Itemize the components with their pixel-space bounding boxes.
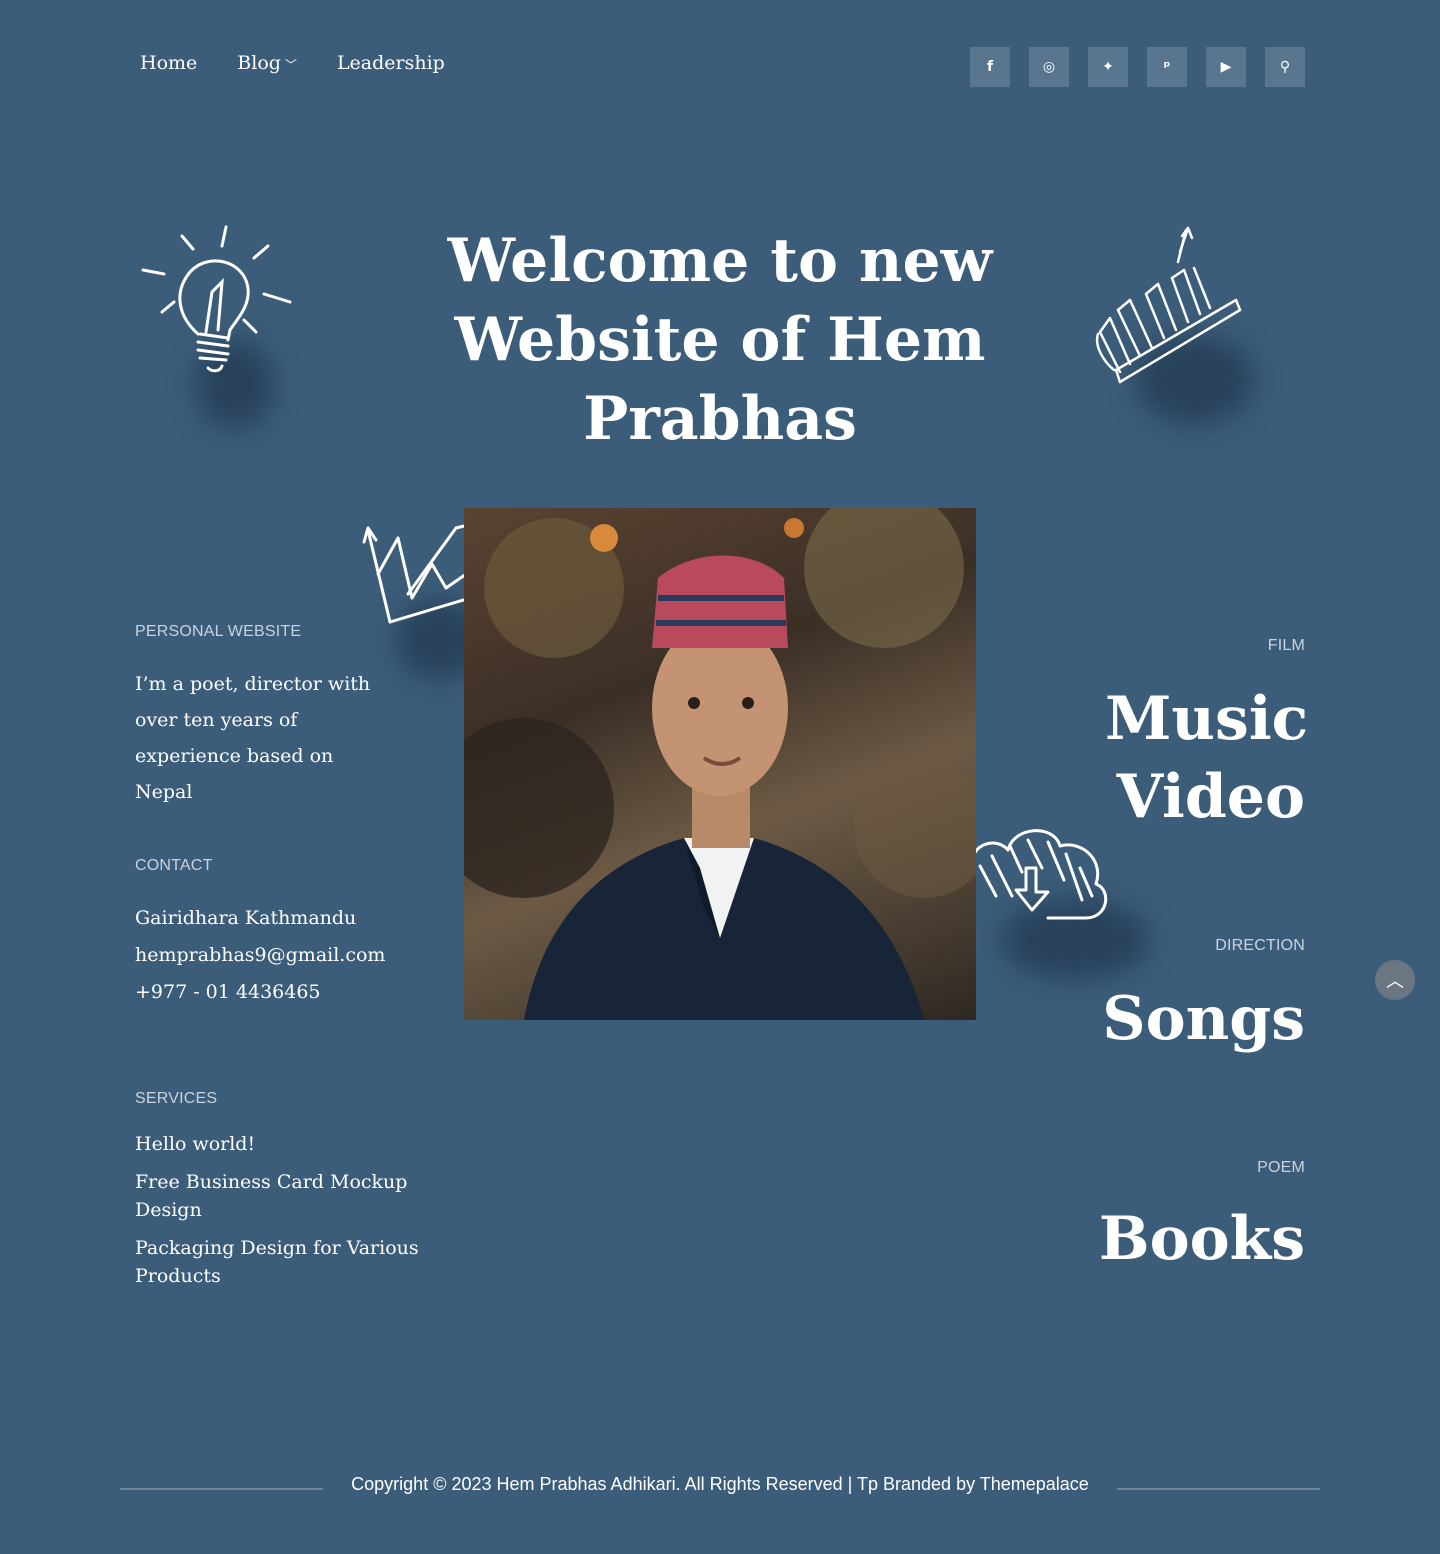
film-label: FILM xyxy=(1267,637,1305,654)
twitter-icon[interactable]: ✦ xyxy=(1088,47,1128,87)
nav-home[interactable]: Home xyxy=(140,52,197,74)
contact-label: CONTACT xyxy=(135,857,213,874)
nav-blog[interactable]: Blog ﹀ xyxy=(237,52,297,74)
instagram-icon[interactable]: ◎ xyxy=(1029,47,1069,87)
nav-leadership-label: Leadership xyxy=(336,52,445,74)
chevron-up-icon: ︿ xyxy=(1386,971,1404,992)
profile-photo xyxy=(464,508,976,1020)
bio-text: I’m a poet, director with over ten years… xyxy=(135,673,371,803)
contact-email[interactable]: hemprabhas9@gmail.com xyxy=(135,937,385,974)
hero-title: Welcome to new Website of Hem Prabhas xyxy=(447,226,993,454)
pinterest-icon[interactable]: ᵖ xyxy=(1147,47,1187,87)
portrait-illustration xyxy=(464,508,976,1020)
main-nav: Home Blog ﹀ Leadership xyxy=(140,52,445,74)
services-label: SERVICES xyxy=(135,1090,218,1107)
chevron-down-icon: ﹀ xyxy=(284,57,297,72)
nav-home-label: Home xyxy=(140,52,198,74)
youtube-icon[interactable]: ▶ xyxy=(1206,47,1246,87)
social-links: f ◎ ✦ ᵖ ▶ ⚲ xyxy=(970,47,1305,87)
music-video-title[interactable]: Music Video xyxy=(1105,680,1308,836)
service-item[interactable]: Free Business Card Mockup Design xyxy=(135,1168,425,1224)
service-item[interactable]: Hello world! xyxy=(135,1130,425,1158)
direction-label: DIRECTION xyxy=(1215,937,1305,954)
service-item[interactable]: Packaging Design for Various Products xyxy=(135,1234,425,1290)
growth-chart-icon xyxy=(1090,222,1245,387)
cloud-download-icon xyxy=(952,820,1114,926)
copyright-text: Copyright © 2023 Hem Prabhas Adhikari. A… xyxy=(351,1474,1089,1494)
facebook-icon[interactable]: f xyxy=(970,47,1010,87)
search-icon[interactable]: ⚲ xyxy=(1265,47,1305,87)
personal-website-label: PERSONAL WEBSITE xyxy=(135,623,302,640)
services-list: Hello world! Free Business Card Mockup D… xyxy=(135,1130,425,1300)
contact-info: Gairidhara Kathmandu hemprabhas9@gmail.c… xyxy=(135,900,385,1011)
nav-blog-label: Blog xyxy=(237,52,281,74)
contact-address: Gairidhara Kathmandu xyxy=(135,907,357,929)
nav-leadership[interactable]: Leadership xyxy=(337,52,445,74)
poem-label: POEM xyxy=(1257,1159,1305,1176)
scroll-top-button[interactable]: ︿ xyxy=(1375,960,1415,1000)
books-title[interactable]: Books xyxy=(1099,1200,1305,1278)
contact-phone[interactable]: +977 - 01 4436465 xyxy=(135,974,385,1011)
lightbulb-icon xyxy=(140,222,295,377)
songs-title[interactable]: Songs xyxy=(1102,980,1305,1058)
